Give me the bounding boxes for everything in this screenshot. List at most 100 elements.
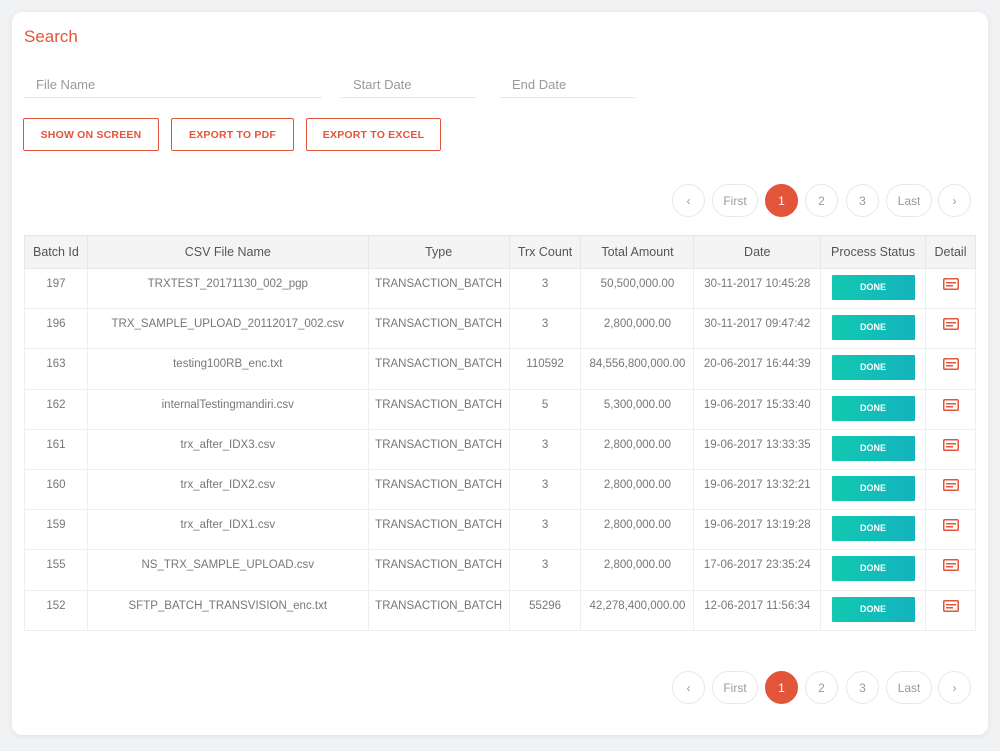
header-total-amount[interactable]: Total Amount [580, 235, 695, 269]
cell-trx-count: 3 [508, 549, 582, 591]
cell-trx-count: 3 [508, 509, 582, 551]
document-icon[interactable] [942, 438, 959, 451]
cell-total-amount: 5,300,000.00 [580, 388, 695, 430]
table-row: 159 trx_after_IDX1.csv TRANSACTION_BATCH 3 2… [24, 509, 976, 551]
start-date-input[interactable] [341, 72, 476, 98]
last-page-button[interactable]: Last [886, 184, 932, 217]
search-panel: Search SHOW ON SCREEN EXPORT TO PDF EXPO… [12, 12, 988, 735]
cell-type: TRANSACTION_BATCH [367, 348, 510, 390]
pagination-top: ‹ First 1 2 3 Last › [672, 184, 972, 218]
document-icon[interactable] [942, 398, 959, 411]
status-done-button[interactable]: DONE [831, 516, 915, 542]
header-detail[interactable]: Detail [925, 235, 976, 269]
cell-date: 19-06-2017 13:19:28 [693, 509, 822, 551]
table-row: 196 TRX_SAMPLE_UPLOAD_20112017_002.csv TRA… [24, 308, 976, 350]
page-2-button[interactable]: 2 [805, 184, 838, 217]
first-page-button[interactable]: First [712, 671, 758, 704]
cell-type: TRANSACTION_BATCH [367, 468, 510, 511]
header-csv-file-name[interactable]: CSV File Name [86, 235, 369, 269]
first-page-button[interactable]: First [712, 184, 758, 217]
cell-type: TRANSACTION_BATCH [367, 388, 510, 430]
page-3-button[interactable]: 3 [846, 184, 879, 217]
status-done-button[interactable]: DONE [831, 556, 915, 582]
cell-csv-file-name: trx_after_IDX3.csv [86, 428, 369, 470]
cell-batch-id: 161 [24, 428, 88, 470]
status-done-button[interactable]: DONE [831, 596, 915, 622]
cell-batch-id: 155 [24, 549, 88, 591]
cell-detail [925, 388, 976, 430]
header-batch-id[interactable]: Batch Id [24, 235, 88, 269]
end-date-input[interactable] [500, 72, 635, 98]
export-excel-button[interactable]: EXPORT TO EXCEL [306, 118, 441, 151]
document-icon[interactable] [942, 599, 959, 612]
table-row: 162 internalTestingmandiri.csv TRANSACTION… [24, 388, 976, 430]
document-icon[interactable] [942, 358, 959, 371]
header-date[interactable]: Date [693, 235, 822, 269]
cell-trx-count: 55296 [508, 589, 582, 631]
cell-detail [925, 308, 976, 350]
cell-type: TRANSACTION_BATCH [367, 267, 510, 310]
cell-detail [925, 468, 976, 511]
next-page-button[interactable]: › [938, 184, 971, 217]
header-process-status[interactable]: Process Status [820, 235, 926, 269]
cell-detail [925, 589, 976, 631]
document-icon[interactable] [942, 278, 959, 290]
cell-process-status: DONE [820, 468, 926, 511]
cell-total-amount: 2,800,000.00 [580, 468, 695, 511]
cell-detail [925, 509, 976, 551]
cell-process-status: DONE [820, 388, 926, 430]
show-on-screen-button[interactable]: SHOW ON SCREEN [23, 118, 159, 151]
cell-trx-count: 3 [508, 267, 582, 310]
status-done-button[interactable]: DONE [831, 315, 915, 341]
page-1-button[interactable]: 1 [765, 184, 798, 217]
cell-csv-file-name: internalTestingmandiri.csv [86, 388, 369, 430]
cell-type: TRANSACTION_BATCH [367, 308, 510, 350]
document-icon[interactable] [942, 478, 959, 491]
cell-trx-count: 5 [508, 388, 582, 430]
cell-total-amount: 2,800,000.00 [580, 428, 695, 470]
table-header-row: Batch Id CSV File Name Type Trx Count To… [24, 235, 976, 269]
document-icon[interactable] [942, 318, 959, 331]
cell-batch-id: 160 [24, 468, 88, 511]
batch-table: Batch Id CSV File Name Type Trx Count To… [24, 235, 976, 631]
status-done-button[interactable]: DONE [831, 355, 915, 381]
header-type[interactable]: Type [367, 235, 510, 269]
pagination-bottom: ‹ First 1 2 3 Last › [672, 671, 972, 705]
cell-total-amount: 2,800,000.00 [580, 308, 695, 350]
page-2-button[interactable]: 2 [805, 671, 838, 704]
cell-process-status: DONE [820, 308, 926, 350]
cell-csv-file-name: trx_after_IDX2.csv [86, 468, 369, 511]
cell-detail [925, 549, 976, 591]
status-done-button[interactable]: DONE [831, 275, 915, 300]
cell-batch-id: 163 [24, 348, 88, 390]
prev-page-button[interactable]: ‹ [672, 184, 705, 217]
file-name-input[interactable] [24, 72, 322, 98]
table-row: 155 NS_TRX_SAMPLE_UPLOAD.csv TRANSACTION_B… [24, 549, 976, 591]
page-1-button[interactable]: 1 [765, 671, 798, 704]
cell-date: 19-06-2017 15:33:40 [693, 388, 822, 430]
cell-total-amount: 84,556,800,000.00 [580, 348, 695, 390]
cell-total-amount: 50,500,000.00 [580, 267, 695, 310]
prev-page-button[interactable]: ‹ [672, 671, 705, 704]
cell-csv-file-name: SFTP_BATCH_TRANSVISION_enc.txt [86, 589, 369, 631]
header-trx-count[interactable]: Trx Count [508, 235, 582, 269]
cell-csv-file-name: testing100RB_enc.txt [86, 348, 369, 390]
page-3-button[interactable]: 3 [846, 671, 879, 704]
status-done-button[interactable]: DONE [831, 475, 915, 501]
last-page-button[interactable]: Last [886, 671, 932, 704]
status-done-button[interactable]: DONE [831, 395, 915, 421]
cell-process-status: DONE [820, 509, 926, 551]
export-pdf-button[interactable]: EXPORT TO PDF [171, 118, 294, 151]
cell-csv-file-name: trx_after_IDX1.csv [86, 509, 369, 551]
cell-process-status: DONE [820, 348, 926, 390]
cell-detail [925, 428, 976, 470]
cell-date: 12-06-2017 11:56:34 [693, 589, 822, 631]
cell-csv-file-name: TRX_SAMPLE_UPLOAD_20112017_002.csv [86, 308, 369, 350]
cell-type: TRANSACTION_BATCH [367, 428, 510, 470]
next-page-button[interactable]: › [938, 671, 971, 704]
cell-csv-file-name: NS_TRX_SAMPLE_UPLOAD.csv [86, 549, 369, 591]
document-icon[interactable] [942, 559, 959, 572]
cell-process-status: DONE [820, 589, 926, 631]
status-done-button[interactable]: DONE [831, 435, 915, 461]
document-icon[interactable] [942, 519, 959, 532]
